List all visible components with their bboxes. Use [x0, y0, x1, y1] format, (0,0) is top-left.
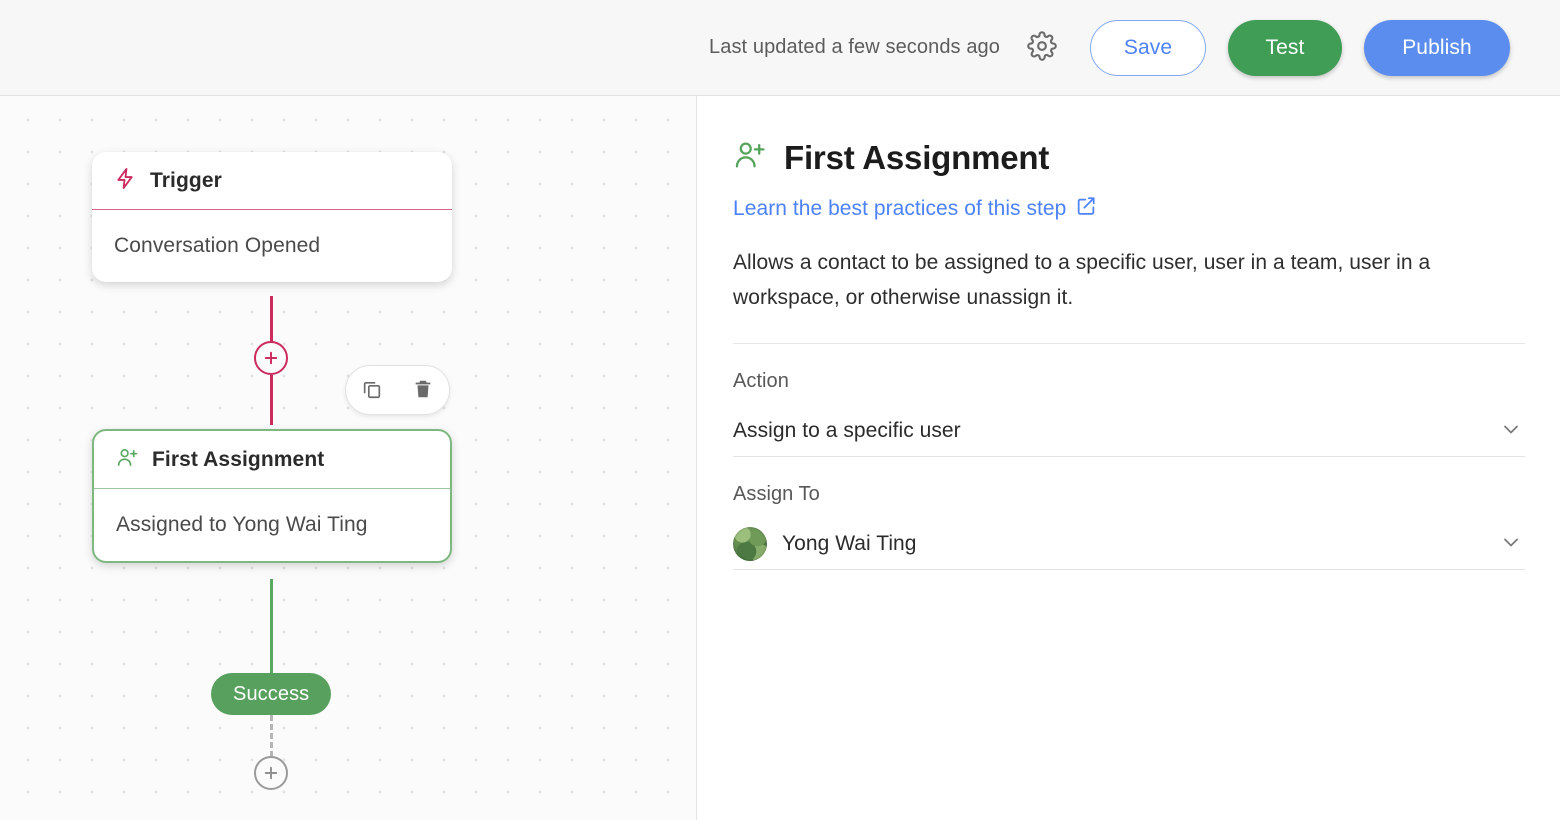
lightning-bolt-icon: [114, 167, 137, 195]
user-add-icon: [733, 138, 767, 177]
node-trigger-title: Trigger: [150, 169, 222, 193]
duplicate-node-button[interactable]: [354, 372, 390, 408]
step-settings-panel: First Assignment Learn the best practice…: [698, 96, 1560, 820]
add-step-button-bottom[interactable]: [254, 756, 288, 790]
node-first-assignment-body: Assigned to Yong Wai Ting: [94, 489, 450, 561]
user-add-icon: [116, 446, 139, 474]
panel-divider: [733, 343, 1525, 344]
step-description: Allows a contact to be assigned to a spe…: [733, 245, 1523, 316]
panel-header: First Assignment: [733, 138, 1525, 177]
settings-button[interactable]: [1022, 28, 1062, 68]
page-title: First Assignment: [784, 139, 1049, 177]
delete-node-button[interactable]: [405, 372, 441, 408]
assign-to-select[interactable]: Yong Wai Ting: [733, 524, 1525, 570]
node-first-assignment-header: First Assignment: [94, 431, 450, 489]
connector-success-to-add: [270, 715, 273, 757]
chevron-down-icon: [1499, 530, 1523, 559]
node-trigger[interactable]: Trigger Conversation Opened: [92, 152, 452, 282]
branch-label-success[interactable]: Success: [211, 673, 331, 715]
publish-button[interactable]: Publish: [1364, 20, 1510, 76]
node-first-assignment[interactable]: First Assignment Assigned to Yong Wai Ti…: [92, 429, 452, 563]
assign-to-field-label: Assign To: [733, 483, 1525, 506]
external-link-icon: [1075, 195, 1097, 223]
workflow-canvas[interactable]: Trigger Conversation Opened: [0, 96, 697, 820]
node-trigger-body: Conversation Opened: [92, 210, 452, 282]
action-select-value: Assign to a specific user: [733, 419, 1499, 443]
assign-to-select-value-wrap: Yong Wai Ting: [733, 527, 1499, 561]
copy-icon: [361, 378, 383, 403]
add-step-button-top[interactable]: [254, 341, 288, 375]
test-button[interactable]: Test: [1228, 20, 1342, 76]
action-field-label: Action: [733, 370, 1525, 393]
top-toolbar: Last updated a few seconds ago Save Test…: [0, 0, 1560, 96]
best-practices-link[interactable]: Learn the best practices of this step: [733, 195, 1097, 223]
node-trigger-header: Trigger: [92, 152, 452, 210]
connector-plus-to-assignment: [270, 375, 273, 425]
trash-icon: [412, 378, 434, 403]
node-first-assignment-title: First Assignment: [152, 448, 324, 472]
last-updated-status: Last updated a few seconds ago: [709, 36, 1000, 59]
gear-icon: [1027, 31, 1057, 64]
save-button[interactable]: Save: [1090, 20, 1206, 76]
action-select[interactable]: Assign to a specific user: [733, 411, 1525, 457]
node-action-toolbar[interactable]: [345, 365, 450, 415]
avatar: [733, 527, 767, 561]
connector-assignment-to-success: [270, 579, 273, 677]
chevron-down-icon: [1499, 417, 1523, 446]
best-practices-link-label: Learn the best practices of this step: [733, 197, 1066, 221]
assign-to-select-value: Yong Wai Ting: [782, 532, 917, 556]
